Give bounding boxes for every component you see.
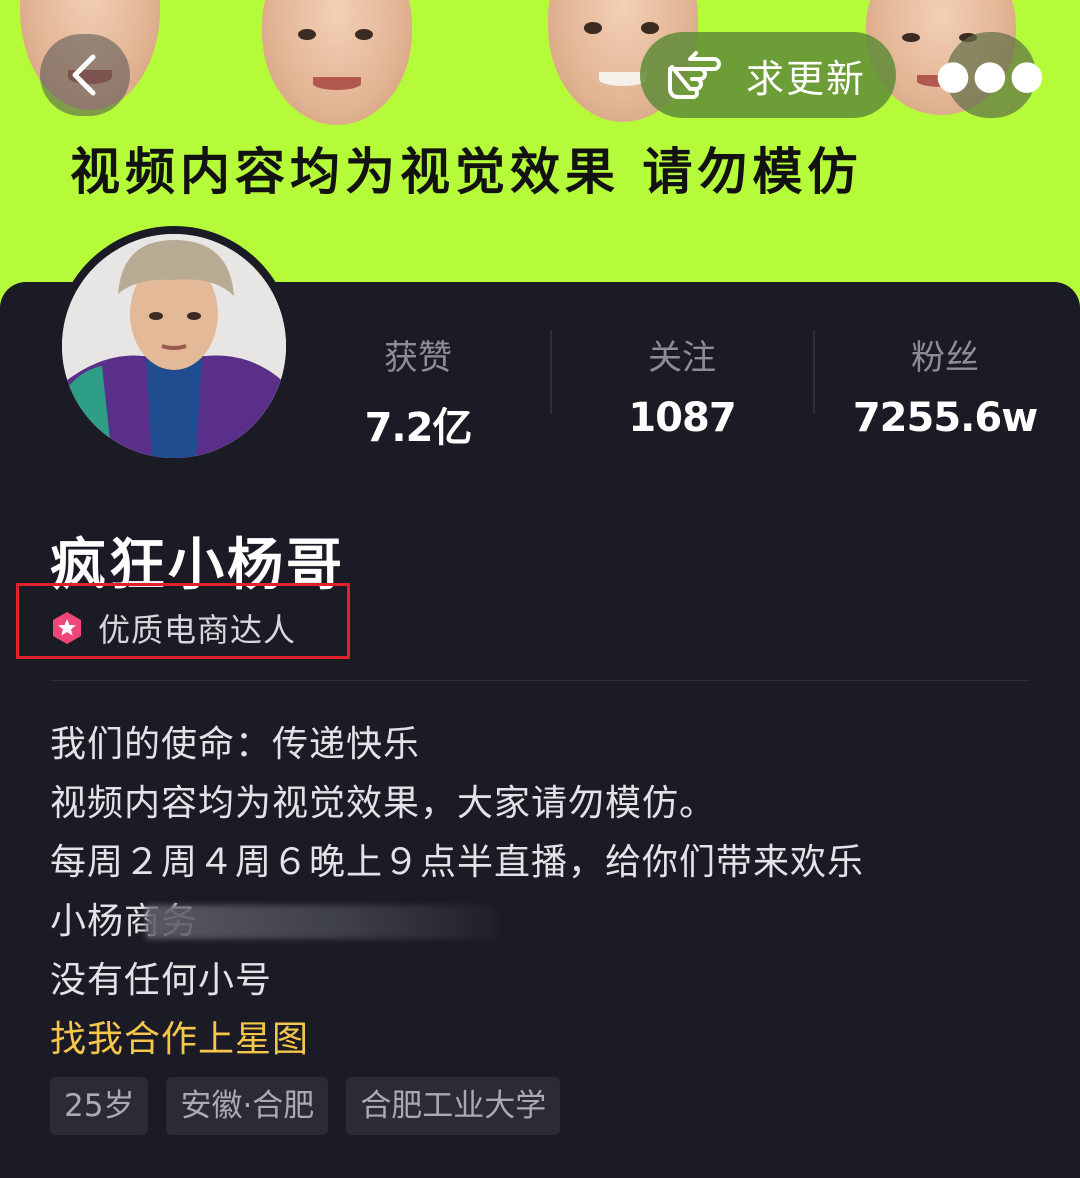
stat-following-value: 1087	[628, 395, 736, 441]
bio-line: 没有任何小号	[50, 960, 273, 1001]
chevron-left-icon	[72, 54, 96, 96]
tag-school[interactable]: 合肥工业大学	[346, 1077, 561, 1135]
stat-following-label: 关注	[648, 338, 716, 378]
request-update-label: 求更新	[746, 56, 867, 101]
stat-likes[interactable]: 获赞 7.2亿	[308, 330, 528, 453]
request-update-button[interactable]: 求更新	[640, 32, 896, 118]
tag-location: 安徽·合肥	[166, 1077, 329, 1135]
bio-line: 我们的使命：传递快乐	[50, 724, 421, 765]
bio-line: 视频内容均为视觉效果，大家请勿模仿。	[50, 783, 717, 824]
stat-followers[interactable]: 粉丝 7255.6w	[835, 330, 1055, 441]
bio-line: 每周２周４周６晚上９点半直播，给你们带来欢乐	[50, 842, 865, 883]
more-options-button[interactable]: ●●●	[936, 32, 1044, 118]
more-icon: ●●●	[935, 52, 1047, 98]
bio-line-contact: 小杨商务	[50, 897, 1030, 956]
verification-badge[interactable]: 优质电商达人	[50, 605, 296, 651]
avatar[interactable]	[62, 234, 286, 458]
badge-label: 优质电商达人	[98, 611, 297, 649]
tag-age: 25岁	[50, 1077, 149, 1135]
stat-following[interactable]: 关注 1087	[572, 330, 792, 441]
stat-divider	[550, 330, 552, 414]
banner-caption: 视频内容均为视觉效果 请勿模仿	[70, 143, 863, 201]
redaction-blur	[146, 905, 496, 939]
bio: 我们的使命：传递快乐 视频内容均为视觉效果，大家请勿模仿。 每周２周４周６晚上９…	[50, 720, 1030, 1074]
avatar-image	[62, 234, 286, 458]
stat-followers-value: 7255.6w	[852, 395, 1038, 441]
star-badge-icon	[53, 612, 81, 644]
stat-likes-label: 获赞	[384, 338, 452, 378]
stat-followers-label: 粉丝	[911, 338, 979, 378]
profile-tags: 25岁 安徽·合肥 合肥工业大学	[50, 1077, 578, 1135]
section-divider	[50, 680, 1030, 681]
profile-page: 视频内容均为视觉效果 请勿模仿 求更新 ●●● 获赞 7.2亿 关注 1087 …	[0, 0, 1080, 1178]
cooperation-link[interactable]: 找我合作上星图	[50, 1015, 1030, 1074]
banner-face	[262, 0, 412, 125]
back-button[interactable]	[40, 34, 130, 116]
pointing-hand-icon	[667, 51, 721, 99]
stat-likes-value: 7.2亿	[364, 405, 473, 451]
stat-divider	[813, 330, 815, 414]
